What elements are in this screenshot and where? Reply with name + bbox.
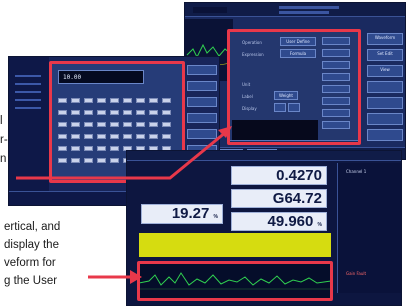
- main-readout: 19.27 %: [141, 204, 223, 224]
- header-strip: [127, 151, 401, 161]
- list-row: [15, 91, 41, 93]
- alarm-text: Gain Fault: [346, 271, 367, 276]
- info-panel: Channel 1 Gain Fault: [337, 163, 401, 293]
- header-readout: [193, 7, 227, 13]
- side-button[interactable]: [367, 129, 403, 141]
- side-button[interactable]: View: [367, 65, 403, 77]
- highlight-box: [227, 29, 361, 145]
- front-screenshot: 0.4270 G64.72 49.960 % 19.27 % Channel 1…: [126, 150, 402, 306]
- keypad-side-button[interactable]: [187, 129, 217, 139]
- side-button[interactable]: Set Edit: [367, 49, 403, 61]
- side-button[interactable]: [367, 97, 403, 109]
- main-readout-unit: %: [213, 214, 218, 220]
- list-row: [15, 107, 41, 109]
- text-fragment: veform for: [4, 257, 56, 269]
- header-readout: [279, 11, 329, 14]
- readout-3: 49.960 %: [231, 212, 327, 231]
- side-list: [9, 57, 49, 205]
- side-button[interactable]: [367, 81, 403, 93]
- side-button[interactable]: Waveform: [367, 33, 403, 45]
- readout-1: 0.4270: [231, 166, 327, 185]
- header-readout: [279, 6, 339, 9]
- text-fragment: display the: [4, 239, 59, 251]
- list-row: [15, 99, 41, 101]
- readout-3-value: 49.960: [267, 213, 314, 230]
- readout-3-unit: %: [317, 222, 322, 228]
- keypad-side-button[interactable]: [187, 81, 217, 91]
- text-fragment: g the User: [4, 275, 58, 287]
- list-row: [15, 83, 41, 85]
- main-readout-value: 19.27: [171, 205, 210, 222]
- keypad-side-button[interactable]: [187, 65, 217, 75]
- waveform-yellow: [139, 233, 331, 257]
- text-fragment: n: [0, 153, 7, 165]
- readout-1-value: 0.4270: [276, 167, 322, 184]
- text-fragment: l: [0, 115, 3, 127]
- side-button[interactable]: [367, 113, 403, 125]
- readout-2-value: G64.72: [272, 190, 322, 207]
- highlight-box: [137, 261, 333, 301]
- text-fragment: r-: [0, 134, 8, 146]
- text-fragment: ertical, and: [4, 221, 61, 233]
- keypad-side-button[interactable]: [187, 97, 217, 107]
- channel-label: Channel 1: [346, 169, 367, 174]
- keypad-side-button[interactable]: [187, 113, 217, 123]
- list-row: [15, 75, 41, 77]
- readout-2: G64.72: [231, 189, 327, 208]
